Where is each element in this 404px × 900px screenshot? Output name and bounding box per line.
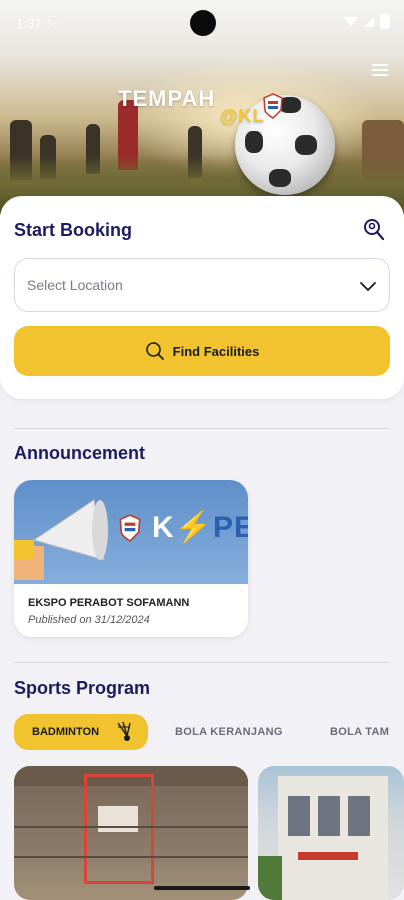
chevron-down-icon bbox=[360, 282, 376, 291]
chip-bola-tampar[interactable]: BOLA TAM bbox=[330, 726, 389, 738]
city-crest-icon bbox=[263, 93, 283, 119]
chip-label: BADMINTON bbox=[32, 726, 100, 738]
brand-rest: PE bbox=[213, 511, 248, 544]
shuttlecock-icon bbox=[117, 721, 131, 741]
find-facilities-button[interactable]: Find Facilities bbox=[14, 326, 390, 376]
wifi-icon bbox=[344, 16, 358, 27]
hero-banner: TEMPAH @KL 1:37 ⛉ bbox=[0, 0, 404, 215]
location-select[interactable]: Select Location bbox=[14, 258, 390, 312]
announcement-name: EKSPO PERABOT SOFAMANN bbox=[28, 597, 190, 609]
section-divider bbox=[14, 428, 390, 429]
announcement-card[interactable]: K⚡PE EKSPO PERABOT SOFAMANN Published on… bbox=[14, 480, 248, 637]
front-camera bbox=[190, 10, 216, 36]
signal-icon bbox=[364, 16, 374, 27]
facility-image[interactable] bbox=[14, 766, 248, 900]
chip-bola-keranjang[interactable]: BOLA KERANJANG bbox=[175, 726, 283, 738]
location-select-placeholder: Select Location bbox=[27, 277, 123, 293]
booking-card: Start Booking Select Location Find Facil… bbox=[0, 196, 404, 399]
megaphone-icon bbox=[14, 499, 108, 580]
hamburger-menu-icon[interactable] bbox=[372, 64, 388, 76]
app-logo: TEMPAH @KL bbox=[118, 86, 264, 126]
status-time: 1:37 bbox=[16, 16, 42, 31]
location-search-icon[interactable] bbox=[362, 218, 386, 242]
sports-chips: BADMINTON BOLA KERANJANG BOLA TAM bbox=[14, 714, 404, 750]
booking-title: Start Booking bbox=[14, 220, 133, 240]
logo-sub-text: @KL bbox=[220, 106, 265, 126]
section-divider bbox=[14, 662, 390, 663]
announcement-brand: K⚡PE bbox=[152, 510, 248, 545]
status-bar: 1:37 ⛉ bbox=[0, 0, 404, 46]
app-screen: TEMPAH @KL 1:37 ⛉ Start Booking Select L… bbox=[0, 0, 404, 900]
sports-program-title: Sports Program bbox=[14, 678, 151, 698]
find-facilities-label: Find Facilities bbox=[172, 343, 260, 359]
battery-icon bbox=[380, 14, 390, 29]
search-icon bbox=[145, 342, 164, 360]
home-indicator[interactable] bbox=[154, 886, 250, 890]
logo-main-text: TEMPAH bbox=[118, 86, 216, 111]
announcement-date: Published on 31/12/2024 bbox=[28, 614, 150, 626]
announcement-image: K⚡PE bbox=[14, 480, 248, 584]
status-icons bbox=[344, 14, 390, 29]
city-crest-icon bbox=[119, 514, 141, 542]
facility-image[interactable] bbox=[258, 766, 404, 900]
shield-status-icon: ⛉ bbox=[48, 14, 58, 28]
announcement-title: Announcement bbox=[14, 443, 146, 463]
brand-k: K bbox=[152, 511, 175, 544]
chip-badminton[interactable]: BADMINTON bbox=[14, 714, 148, 750]
